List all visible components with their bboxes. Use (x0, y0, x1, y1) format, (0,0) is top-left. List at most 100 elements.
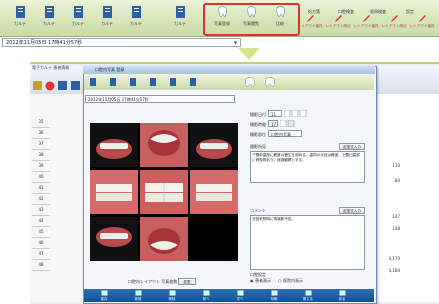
next-button[interactable]: 次へ (228, 290, 252, 301)
toolbar-button-label: カルテ (130, 21, 142, 26)
dialog-title: 口腔内写真 登録 (95, 67, 125, 72)
toolbar-button-5[interactable]: カルテ (122, 3, 150, 33)
photo-slot[interactable] (90, 170, 138, 214)
right-value: 80 (394, 178, 400, 183)
toolbar-button-settings[interactable]: 設定 (396, 1, 424, 15)
toolbar-button-prescription[interactable]: 処方箋 (300, 1, 328, 15)
close-label: 閉じる (302, 297, 314, 301)
shoot-time-input[interactable]: 17 (268, 120, 278, 127)
mouth-photo-icon (90, 217, 138, 261)
comment-textarea[interactable]: 次回来院時に再撮影予定。 (250, 215, 365, 270)
pencil-icon (418, 15, 426, 22)
toolbar-button-label: カルテ (43, 21, 55, 26)
photo-grid (90, 123, 238, 261)
mouth-photo-icon (140, 170, 188, 214)
comment-label: コメント (250, 208, 266, 213)
layout-small-button-1[interactable]: レイアウト保存 (295, 14, 325, 34)
right-value: 147 (392, 214, 400, 219)
layout-small-label: レイアウト読込 (381, 24, 407, 28)
layout-small-button-2[interactable]: レイアウト読込 (323, 14, 353, 34)
time-step-buttons[interactable] (280, 120, 296, 127)
close-icon (305, 290, 311, 296)
pencil-icon (334, 15, 342, 22)
top-date-select[interactable]: 2012年11月05日 17時41分57秒 (2, 38, 241, 47)
prev-button[interactable]: 前へ (194, 290, 218, 301)
mouth-photo-icon (140, 123, 188, 167)
photo-slot[interactable] (140, 170, 188, 214)
shoot-part-label: 撮影部位 (250, 132, 266, 137)
photo-slot-empty[interactable] (190, 217, 238, 261)
close-button[interactable]: 閉じる (296, 290, 320, 301)
layout-small-button-4[interactable]: レイアウト読込 (379, 14, 409, 34)
new-button[interactable]: 新規 (126, 290, 150, 301)
photo-slot[interactable] (90, 217, 138, 261)
toolbar-button-3[interactable]: カルテ (64, 3, 92, 33)
radio-icon[interactable]: ○ (278, 278, 282, 283)
date-step-buttons[interactable] (284, 110, 314, 117)
layout-change-button[interactable]: 変更 (178, 278, 196, 285)
toolbar-button-label: カルテ (72, 21, 84, 26)
shoot-part-input[interactable]: 口腔内写真 (268, 130, 302, 137)
arrow-right-icon (237, 290, 243, 296)
template-button-2[interactable]: 定型文入力 (339, 207, 365, 214)
dialog-toolbar-icons (90, 77, 275, 88)
highlight-frame (203, 3, 300, 36)
back-label: 戻る (338, 297, 346, 301)
photo-slot[interactable] (190, 123, 238, 167)
toolbar-button-6[interactable]: カルテ (166, 3, 194, 33)
finding-textarea[interactable]: 下顎前歯部に軽度の叢生を認める。歯肉の炎症は軽度。上顎臼歯部に修復物あり。経過観… (250, 151, 365, 183)
toolbar-button-label: カルテ (101, 21, 113, 26)
mouth-photo-icon (140, 217, 188, 261)
document-icon (175, 6, 185, 18)
save-button[interactable]: 保存 (92, 290, 116, 301)
back-button[interactable]: 戻る (330, 290, 354, 301)
layout-small-label: レイアウト保存 (297, 24, 323, 28)
delete-button[interactable]: 削除 (160, 290, 184, 301)
prev-label: 前へ (202, 297, 210, 301)
chevron-down-icon[interactable]: ▼ (234, 40, 237, 45)
toolbar-button-label: カルテ (174, 21, 186, 26)
callout-arrow (238, 48, 260, 60)
save-label: 保存 (100, 297, 108, 301)
photo-slot[interactable] (140, 123, 188, 167)
layout-small-button-5[interactable]: レイアウト保存 (407, 14, 437, 34)
undo-icon (339, 290, 345, 296)
toolbar-button-2[interactable]: カルテ (35, 3, 63, 33)
photo-layout-caption: 口腔内レイアウト 写真枚数 (128, 279, 178, 284)
radio-icon[interactable]: ◉ (250, 278, 254, 283)
document-icon (102, 6, 112, 18)
print-label: 印刷 (270, 297, 278, 301)
mouth-photo-icon (190, 170, 238, 214)
mouth-photo-icon (90, 123, 138, 167)
right-value: 4,170 (388, 256, 400, 261)
layout-small-label: レイアウト読込 (325, 24, 351, 28)
layout-small-label: レイアウト保存 (409, 24, 435, 28)
photo-slot[interactable] (190, 170, 238, 214)
toolbar-button-oral-exam[interactable]: 口腔検査 (332, 1, 360, 15)
option-clinic-label: 医院内表示 (283, 278, 303, 283)
right-value: 148 (392, 226, 400, 231)
print-button[interactable]: 印刷 (262, 290, 286, 301)
document-icon (131, 6, 141, 18)
shoot-time-label: 撮影時間 (250, 122, 266, 127)
document-icon (73, 6, 83, 18)
mouth-photo-icon (90, 170, 138, 214)
photo-slot[interactable] (140, 217, 188, 261)
dialog-date-select[interactable]: 2012年11月05日 17時41分57秒 (85, 95, 235, 103)
shoot-date-input[interactable]: 11 (268, 110, 282, 117)
template-button[interactable]: 定型文入力 (339, 143, 365, 150)
dialog-title-bar: 口腔内写真 登録 (83, 66, 375, 74)
toolbar-button-perio-exam[interactable]: 歯周検査 (364, 1, 392, 15)
delete-label: 削除 (168, 297, 176, 301)
right-value: 110 (392, 163, 400, 168)
right-value: 4,184 (388, 268, 400, 273)
pencil-icon (306, 15, 314, 22)
background-app-title: 電子カルテ 患者情報 (32, 65, 70, 70)
document-icon (15, 6, 25, 18)
toolbar-button-1[interactable]: カルテ (6, 3, 34, 33)
toolbar-button-4[interactable]: カルテ (93, 3, 121, 33)
photo-slot[interactable] (90, 123, 138, 167)
layout-small-button-3[interactable]: レイアウト保存 (351, 14, 381, 34)
background-toolbar-icons (33, 81, 80, 91)
document-icon (44, 6, 54, 18)
